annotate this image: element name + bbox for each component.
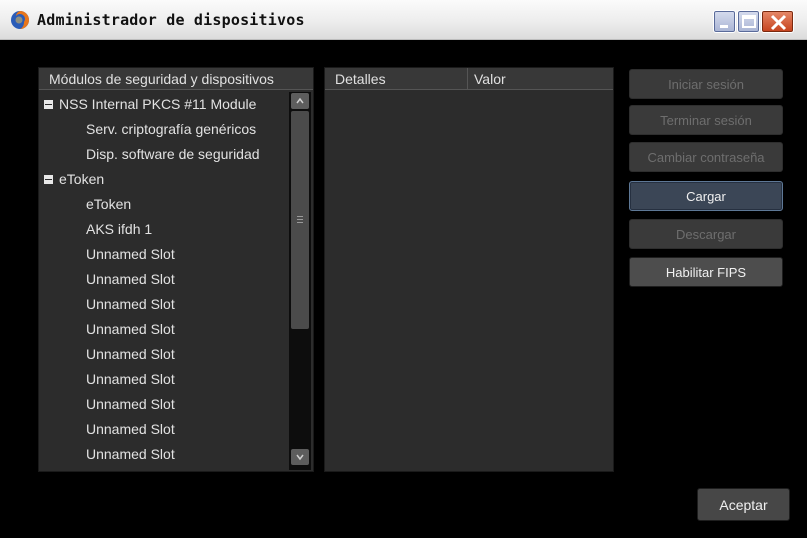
tree-column-header[interactable]: Módulos de seguridad y dispositivos bbox=[39, 68, 313, 90]
collapse-toggle-icon[interactable] bbox=[44, 175, 53, 184]
chevron-up-icon bbox=[296, 97, 304, 104]
tree-item-label: Unnamed Slot bbox=[86, 321, 175, 337]
title-bar[interactable]: Administrador de dispositivos bbox=[0, 0, 807, 40]
tree-item-label: Unnamed Slot bbox=[86, 296, 175, 312]
details-table[interactable]: Detalles Valor bbox=[324, 67, 614, 472]
details-table-header: Detalles Valor bbox=[325, 68, 613, 90]
close-button[interactable] bbox=[761, 10, 794, 33]
tree-item-unnamed-slot[interactable]: Unnamed Slot bbox=[39, 292, 289, 317]
tree-item-label: Unnamed Slot bbox=[86, 446, 175, 462]
tree-item-unnamed-slot[interactable]: Unnamed Slot bbox=[39, 267, 289, 292]
tree-list: NSS Internal PKCS #11 Module Serv. cript… bbox=[39, 92, 289, 467]
column-header-value[interactable]: Valor bbox=[467, 68, 506, 90]
tree-item-etoken-slot[interactable]: eToken bbox=[39, 192, 289, 217]
load-button[interactable]: Cargar bbox=[629, 181, 783, 211]
scroll-thumb[interactable] bbox=[291, 111, 309, 329]
tree-item-aks-ifdh[interactable]: AKS ifdh 1 bbox=[39, 217, 289, 242]
ok-button[interactable]: Aceptar bbox=[697, 488, 790, 521]
tree-item-label: AKS ifdh 1 bbox=[86, 221, 153, 237]
tree-item-software-security-device[interactable]: Disp. software de seguridad bbox=[39, 142, 289, 167]
tree-item-label: Unnamed Slot bbox=[86, 271, 175, 287]
scroll-up-button[interactable] bbox=[291, 93, 309, 109]
tree-item-label: Unnamed Slot bbox=[86, 346, 175, 362]
logout-button[interactable]: Terminar sesión bbox=[629, 105, 783, 135]
firefox-icon bbox=[11, 11, 29, 29]
column-header-details[interactable]: Detalles bbox=[335, 68, 386, 90]
maximize-icon bbox=[742, 15, 756, 28]
security-modules-tree[interactable]: Módulos de seguridad y dispositivos NSS … bbox=[38, 67, 314, 472]
scroll-grip-icon bbox=[297, 216, 303, 224]
tree-item-label: Unnamed Slot bbox=[86, 371, 175, 387]
tree-scrollbar[interactable] bbox=[289, 92, 311, 470]
device-manager-window: Administrador de dispositivos Módulos de… bbox=[0, 0, 807, 538]
tree-item-label: eToken bbox=[86, 196, 132, 212]
tree-item-label: Unnamed Slot bbox=[86, 246, 175, 262]
tree-item-label: Disp. software de seguridad bbox=[86, 146, 260, 162]
minimize-button[interactable] bbox=[713, 10, 736, 33]
minimize-icon bbox=[720, 25, 728, 28]
tree-item-unnamed-slot[interactable]: Unnamed Slot bbox=[39, 367, 289, 392]
tree-item-generic-crypto[interactable]: Serv. criptografía genéricos bbox=[39, 117, 289, 142]
chevron-down-icon bbox=[296, 454, 304, 461]
tree-item-label: eToken bbox=[59, 171, 105, 187]
tree-item-unnamed-slot[interactable]: Unnamed Slot bbox=[39, 317, 289, 342]
tree-item-etoken-module[interactable]: eToken bbox=[39, 167, 289, 192]
window-title: Administrador de dispositivos bbox=[37, 11, 305, 29]
change-password-button[interactable]: Cambiar contraseña bbox=[629, 142, 783, 172]
unload-button[interactable]: Descargar bbox=[629, 219, 783, 249]
maximize-button[interactable] bbox=[737, 10, 760, 33]
scroll-down-button[interactable] bbox=[291, 449, 309, 465]
login-button[interactable]: Iniciar sesión bbox=[629, 69, 783, 99]
collapse-toggle-icon[interactable] bbox=[44, 100, 53, 109]
tree-item-unnamed-slot[interactable]: Unnamed Slot bbox=[39, 417, 289, 442]
tree-item-label: Unnamed Slot bbox=[86, 421, 175, 437]
enable-fips-button[interactable]: Habilitar FIPS bbox=[629, 257, 783, 287]
tree-item-unnamed-slot[interactable]: Unnamed Slot bbox=[39, 342, 289, 367]
tree-item-label: Unnamed Slot bbox=[86, 396, 175, 412]
tree-item-label: Serv. criptografía genéricos bbox=[86, 121, 257, 137]
tree-item-unnamed-slot[interactable]: Unnamed Slot bbox=[39, 242, 289, 267]
tree-item-unnamed-slot[interactable]: Unnamed Slot bbox=[39, 442, 289, 467]
tree-item-unnamed-slot[interactable]: Unnamed Slot bbox=[39, 392, 289, 417]
tree-item-nss-module[interactable]: NSS Internal PKCS #11 Module bbox=[39, 92, 289, 117]
tree-item-label: NSS Internal PKCS #11 Module bbox=[59, 96, 257, 112]
close-icon bbox=[770, 14, 787, 31]
